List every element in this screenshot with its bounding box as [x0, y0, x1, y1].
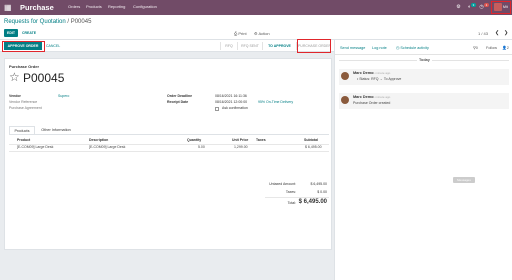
print-dropdown[interactable]: ⎙ Print [234, 31, 247, 37]
header-description[interactable]: Description [89, 138, 108, 143]
chatter-divider [335, 54, 512, 55]
ask-confirmation-label: Ask confirmation [222, 106, 248, 110]
clock-icon: ◷ [396, 46, 400, 50]
stage-rfq-sent[interactable]: RFQ SENT [237, 42, 262, 50]
stage-rfq[interactable]: RFQ [220, 42, 237, 50]
menu-reporting[interactable]: Reporting [108, 4, 125, 10]
status-bar: APPROVE ORDER CANCEL RFQ RFQ SENT TO APP… [0, 40, 334, 52]
approve-order-button[interactable]: APPROVE ORDER [4, 42, 42, 50]
breadcrumb-separator: / [67, 19, 70, 25]
message-body: • Status: RFQ → To Approve [357, 77, 402, 81]
schedule-activity-label: Schedule activity [400, 46, 429, 50]
cell-subtotal[interactable]: $ 6,495.00 [305, 145, 322, 150]
chatter-panel: Send message Log note ◷ Schedule activit… [334, 40, 512, 280]
header-taxes[interactable]: Taxes [256, 138, 266, 143]
log-note-button[interactable]: Log note [372, 45, 387, 51]
on-time-delivery-badge: 95% On-Time Delivery [258, 100, 294, 104]
ask-confirmation-checkbox[interactable] [215, 107, 219, 111]
message-avatar[interactable] [341, 96, 349, 104]
action-label: Action [258, 31, 270, 36]
cell-product[interactable]: [E-COM09] Large Desk [17, 145, 53, 150]
breadcrumb-current: P00045 [70, 19, 92, 25]
header-quantity[interactable]: Quantity [187, 138, 201, 143]
send-message-button[interactable]: Send message [340, 45, 365, 51]
breadcrumb-parent[interactable]: Requests for Quotation [4, 19, 66, 25]
receipt-date-field[interactable]: 08/16/2021 12:00:00 [215, 100, 247, 105]
header-subtotal[interactable]: Subtotal [304, 138, 318, 143]
menu-products[interactable]: Products [86, 4, 102, 10]
purchase-agreement-label: Purchase Agreement [9, 106, 42, 110]
breadcrumb: Requests for Quotation / P00045 [4, 18, 91, 26]
followers-count: 2 [506, 46, 509, 50]
debug-icon[interactable]: ⚙ [455, 4, 462, 11]
user-avatar[interactable] [494, 3, 502, 11]
top-navbar: ▦ Purchase Orders Products Reporting Con… [0, 0, 512, 15]
edit-button[interactable]: EDIT [4, 29, 18, 37]
vendor-label: Vendor [9, 94, 21, 98]
taxes-label: Taxes: [285, 190, 296, 194]
menu-orders[interactable]: Orders [68, 4, 80, 10]
total-value: $ 6,495.00 [298, 199, 327, 205]
app-name[interactable]: Purchase [20, 2, 54, 13]
message-author[interactable]: Marc Demo [353, 95, 373, 100]
menu-configuration[interactable]: Configuration [133, 4, 157, 10]
attachments-button[interactable]: ⚲0 [473, 45, 478, 51]
untaxed-amount-value: $ 6,495.00 [310, 182, 327, 186]
pager-previous-icon[interactable]: ❮ [495, 30, 499, 37]
tab-divider [9, 134, 329, 135]
vendor-reference-label: Vendor Reference [9, 100, 38, 104]
activity-count-badge: 1 [484, 3, 489, 7]
cancel-button[interactable]: CANCEL [46, 42, 60, 50]
favorite-star-icon[interactable]: ☆ [9, 70, 20, 84]
pager-next-icon[interactable]: ❯ [504, 30, 508, 37]
vendor-field[interactable]: Supero [58, 94, 69, 99]
message-author[interactable]: Marc Demo [353, 71, 373, 76]
attachments-count: 0 [475, 46, 478, 50]
control-panel: Requests for Quotation / P00045 EDIT CRE… [0, 15, 512, 40]
message-body-text: Status: RFQ → To Approve [359, 77, 402, 81]
table-row-divider [9, 151, 329, 152]
chatter-messages-button[interactable]: Messages [453, 177, 475, 183]
chat-count-badge: 3 [471, 3, 476, 7]
header-product[interactable]: Product [17, 138, 30, 143]
create-button[interactable]: CREATE [22, 30, 36, 36]
cell-quantity[interactable]: 5.00 [198, 145, 205, 150]
form-sheet: Purchase Order ☆ P00045 Vendor Supero Ve… [4, 58, 332, 250]
stage-purchase-order[interactable]: PURCHASE ORDER [296, 42, 332, 50]
cell-description[interactable]: [E-COM09] Large Desk [89, 145, 125, 150]
today-separator: Today [417, 57, 432, 63]
table-header-divider [9, 144, 329, 145]
schedule-activity-button[interactable]: ◷ Schedule activity [396, 45, 429, 51]
action-dropdown[interactable]: ⚙ Action [254, 31, 270, 37]
receipt-date-label: Receipt Date [167, 100, 189, 104]
untaxed-amount-label: Untaxed Amount: [269, 182, 296, 186]
user-name[interactable]: Mit [503, 5, 508, 10]
follow-button[interactable]: Follow [486, 45, 497, 51]
cell-unit-price[interactable]: 1,299.00 [234, 145, 248, 150]
pager-value[interactable]: 1 / 43 [478, 31, 488, 37]
print-icon: ⎙ [234, 31, 238, 36]
app-menu-icon[interactable]: ▦ [4, 3, 12, 12]
stage-to-approve[interactable]: TO APPROVE [262, 42, 296, 50]
taxes-value: $ 0.00 [317, 190, 327, 194]
order-deadline-label: Order Deadline [167, 94, 193, 98]
order-name: P00045 [23, 71, 65, 85]
message-time: 1 minute ago [373, 95, 391, 99]
header-unit-price[interactable]: Unit Price [232, 138, 248, 143]
message-time: 1 minute ago [373, 71, 391, 75]
followers-button[interactable]: 👤2 [502, 45, 509, 51]
print-label: Print [238, 31, 247, 36]
message-body: Purchase Order created [353, 101, 391, 105]
order-deadline-field[interactable]: 08/16/2021 16:11:36 [215, 94, 247, 99]
message-avatar[interactable] [341, 72, 349, 80]
